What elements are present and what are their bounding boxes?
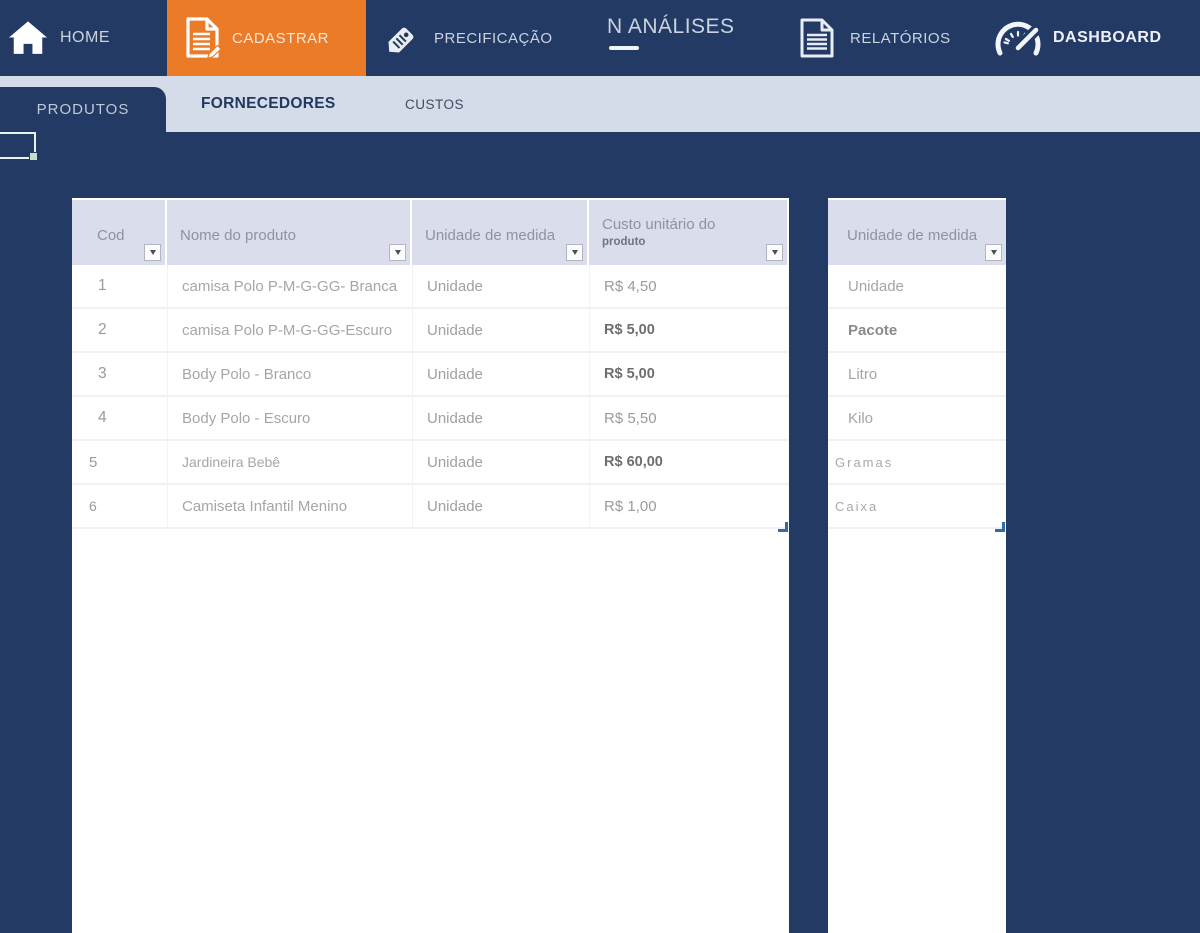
table-row: Caixa	[828, 485, 1006, 529]
table-row: Gramas	[828, 441, 1006, 485]
cell-nome[interactable]: Body Polo - Branco	[167, 353, 412, 395]
home-icon	[9, 21, 47, 55]
units-table-header: Unidade de medida	[828, 200, 1006, 265]
chevron-down-icon	[572, 250, 578, 255]
cell-cod[interactable]: 3	[72, 353, 167, 395]
price-tag-icon	[382, 17, 424, 59]
cell-unidade[interactable]: Unidade	[412, 265, 589, 307]
cell-cod[interactable]: 1	[72, 265, 167, 307]
nav-underline-indicator	[609, 46, 639, 50]
nav-label-precificacao: PRECIFICAÇÃO	[434, 30, 553, 47]
table-row: Litro	[828, 353, 1006, 397]
table-row: 2 camisa Polo P-M-G-GG-Escuro Unidade R$…	[72, 309, 789, 353]
chevron-down-icon	[772, 250, 778, 255]
filter-button[interactable]	[389, 244, 406, 261]
cell-custo[interactable]: R$ 5,00	[589, 353, 789, 395]
cell-cod[interactable]: 5	[72, 441, 167, 483]
table-row: Kilo	[828, 397, 1006, 441]
document-edit-icon	[185, 17, 221, 59]
nav-item-home[interactable]: HOME	[0, 0, 167, 76]
nav-label-relatorios: RELATÓRIOS	[850, 30, 951, 47]
tab-bar: PRODUTOS FORNECEDORES CUSTOS	[0, 76, 1200, 132]
tab-label-produtos: PRODUTOS	[37, 101, 130, 118]
report-icon	[800, 18, 834, 58]
cell-unit[interactable]: Pacote	[828, 309, 1006, 351]
cell-unidade[interactable]: Unidade	[412, 309, 589, 351]
cell-custo[interactable]: R$ 5,00	[589, 309, 789, 351]
cell-nome[interactable]: Camiseta Infantil Menino	[167, 485, 412, 527]
nav-item-dashboard[interactable]: DASHBOARD	[970, 0, 1200, 76]
nav-label-home: HOME	[60, 29, 110, 47]
cell-unit[interactable]: Caixa	[828, 485, 1006, 527]
table-row: 1 camisa Polo P-M-G-GG- Branca Unidade R…	[72, 265, 789, 309]
nav-item-analises[interactable]: N ANÁLISES	[570, 0, 770, 76]
nav-item-relatorios[interactable]: RELATÓRIOS	[770, 0, 970, 76]
cell-nome[interactable]: Body Polo - Escuro	[167, 397, 412, 439]
chevron-down-icon	[395, 250, 401, 255]
cell-nome[interactable]: Jardineira Bebê	[167, 441, 412, 483]
filter-button[interactable]	[766, 244, 783, 261]
nav-label-dashboard: DASHBOARD	[1053, 29, 1162, 47]
column-header-nome-label: Nome do produto	[180, 227, 296, 244]
table-row: 5 Jardineira Bebê Unidade R$ 60,00	[72, 441, 789, 485]
table-row: Unidade	[828, 265, 1006, 309]
table-resize-handle[interactable]	[995, 522, 1005, 532]
column-header-cod-label: Cod	[97, 227, 125, 244]
cell-cod[interactable]: 4	[72, 397, 167, 439]
cell-nome[interactable]: camisa Polo P-M-G-GG- Branca	[167, 265, 412, 307]
cell-custo[interactable]: R$ 1,00	[589, 485, 789, 527]
nav-label-analises: N ANÁLISES	[607, 15, 770, 39]
filter-button[interactable]	[985, 244, 1002, 261]
filter-button[interactable]	[144, 244, 161, 261]
cell-custo[interactable]: R$ 5,50	[589, 397, 789, 439]
cell-unit[interactable]: Unidade	[828, 265, 1006, 307]
column-header-cod[interactable]: Cod	[72, 200, 165, 265]
cell-unidade[interactable]: Unidade	[412, 353, 589, 395]
cell-custo[interactable]: R$ 60,00	[589, 441, 789, 483]
cell-unit[interactable]: Gramas	[828, 441, 1006, 483]
column-header-unidade-label: Unidade de medida	[425, 227, 555, 244]
chevron-down-icon	[150, 250, 156, 255]
table-row: 6 Camiseta Infantil Menino Unidade R$ 1,…	[72, 485, 789, 529]
active-cell-outline[interactable]	[0, 132, 36, 159]
tab-produtos[interactable]: PRODUTOS	[0, 87, 166, 132]
cell-unidade[interactable]: Unidade	[412, 397, 589, 439]
column-header-custo-line2: produto	[602, 236, 787, 248]
products-table: Cod Nome do produto Unidade de medida Cu…	[72, 198, 789, 933]
column-header-unidade[interactable]: Unidade de medida	[412, 200, 587, 265]
tab-label-custos: CUSTOS	[405, 97, 464, 112]
table-row: 4 Body Polo - Escuro Unidade R$ 5,50	[72, 397, 789, 441]
filter-button[interactable]	[566, 244, 583, 261]
table-resize-handle[interactable]	[778, 522, 788, 532]
chevron-down-icon	[991, 250, 997, 255]
cell-unidade[interactable]: Unidade	[412, 441, 589, 483]
nav-item-precificacao[interactable]: PRECIFICAÇÃO	[366, 0, 570, 76]
cell-cod[interactable]: 2	[72, 309, 167, 351]
fill-handle[interactable]	[29, 152, 38, 161]
nav-label-cadastrar: CADASTRAR	[232, 30, 329, 47]
cell-unit[interactable]: Kilo	[828, 397, 1006, 439]
units-table: Unidade de medida Unidade Pacote Litro K…	[828, 198, 1006, 933]
column-header-unidade-de-medida[interactable]: Unidade de medida	[828, 200, 1006, 265]
cell-unidade[interactable]: Unidade	[412, 485, 589, 527]
gauge-icon	[992, 18, 1044, 58]
table-row: Pacote	[828, 309, 1006, 353]
column-header-custo-line1: Custo unitário do	[602, 216, 787, 233]
tab-fornecedores[interactable]: FORNECEDORES	[201, 76, 336, 132]
column-header-custo[interactable]: Custo unitário do produto	[589, 200, 787, 265]
table-row: 3 Body Polo - Branco Unidade R$ 5,00	[72, 353, 789, 397]
column-header-nome[interactable]: Nome do produto	[167, 200, 410, 265]
cell-unit[interactable]: Litro	[828, 353, 1006, 395]
cell-cod[interactable]: 6	[72, 485, 167, 527]
products-table-header: Cod Nome do produto Unidade de medida Cu…	[72, 200, 789, 265]
cell-nome[interactable]: camisa Polo P-M-G-GG-Escuro	[167, 309, 412, 351]
tab-custos[interactable]: CUSTOS	[405, 76, 464, 132]
nav-item-cadastrar[interactable]: CADASTRAR	[167, 0, 366, 76]
top-nav: HOME CADASTRAR	[0, 0, 1200, 76]
column-header-unidade-de-medida-label: Unidade de medida	[847, 227, 977, 244]
cell-custo[interactable]: R$ 4,50	[589, 265, 789, 307]
tab-label-fornecedores: FORNECEDORES	[201, 95, 336, 113]
